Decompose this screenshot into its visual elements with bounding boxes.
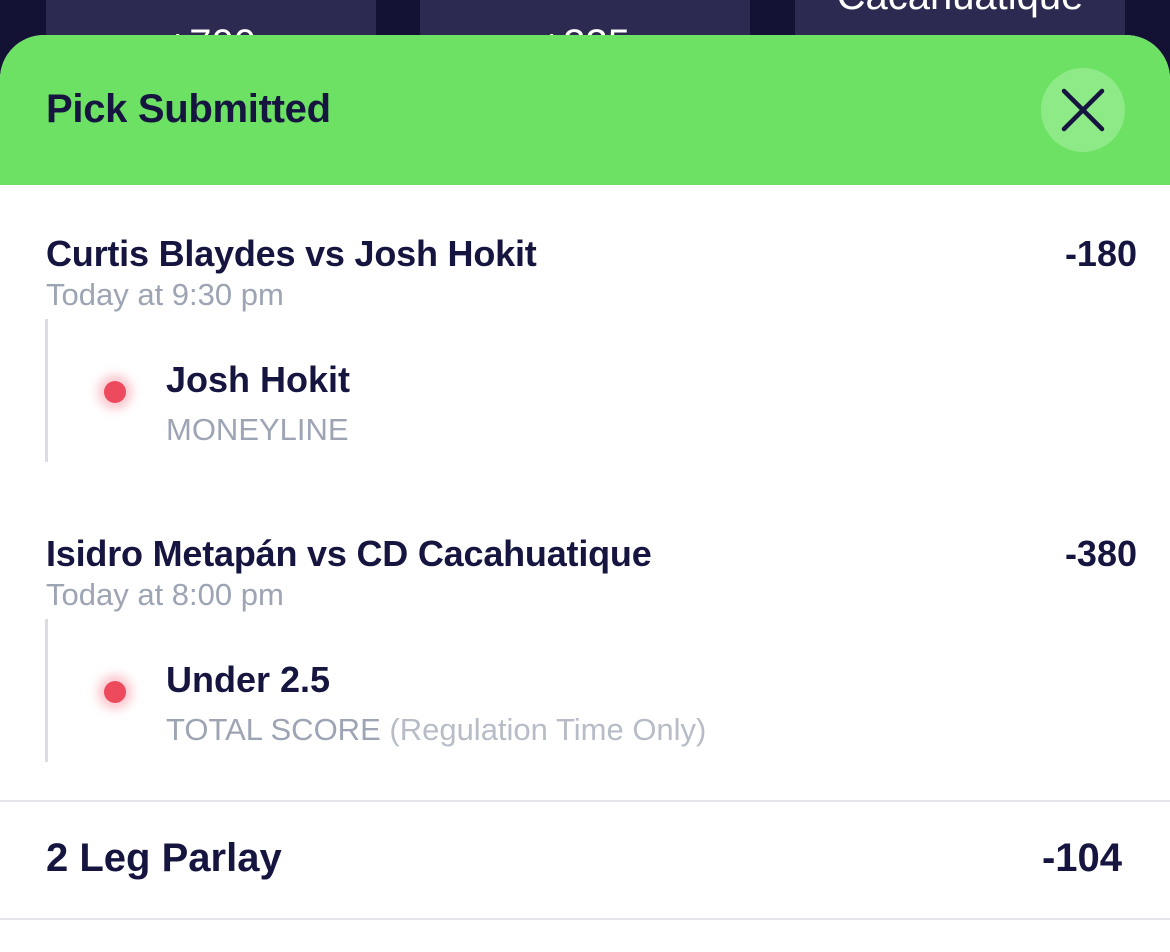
leg-start-time: Today at 8:00 pm (46, 577, 284, 612)
leg-connector-line (45, 619, 48, 762)
leg-market-type: MONEYLINE (166, 412, 349, 447)
leg-matchup: Isidro Metapán vs CD Cacahuatique (46, 533, 652, 574)
parlay-label: 2 Leg Parlay (46, 836, 282, 880)
leg-matchup: Curtis Blaydes vs Josh Hokit (46, 233, 537, 274)
leg-pick: Josh Hokit (166, 359, 351, 400)
close-button[interactable] (1041, 68, 1125, 152)
leg-odds: -180 (1064, 233, 1137, 274)
pending-status-dot (104, 381, 126, 403)
pending-status-dot (104, 681, 126, 703)
leg-market: MONEYLINE (166, 412, 349, 448)
parlay-odds: -104 (1041, 836, 1122, 880)
leg-market-note: (Regulation Time Only) (389, 712, 707, 747)
background-card-text: Cacahuatique (795, 0, 1125, 19)
leg-market: TOTAL SCORE (Regulation Time Only) (166, 712, 706, 748)
leg-start-time: Today at 9:30 pm (46, 277, 284, 312)
leg-connector-line (45, 319, 48, 462)
divider (0, 800, 1170, 802)
sheet-header: Pick Submitted (0, 35, 1170, 185)
leg-pick: Under 2.5 (166, 659, 331, 700)
leg-odds: -380 (1064, 533, 1137, 574)
close-icon (1061, 88, 1105, 132)
divider (0, 918, 1170, 920)
sheet-title: Pick Submitted (46, 87, 331, 131)
pick-submitted-sheet: Pick Submitted Curtis Blaydes vs Josh Ho… (0, 35, 1170, 952)
leg-market-type: TOTAL SCORE (166, 712, 381, 747)
